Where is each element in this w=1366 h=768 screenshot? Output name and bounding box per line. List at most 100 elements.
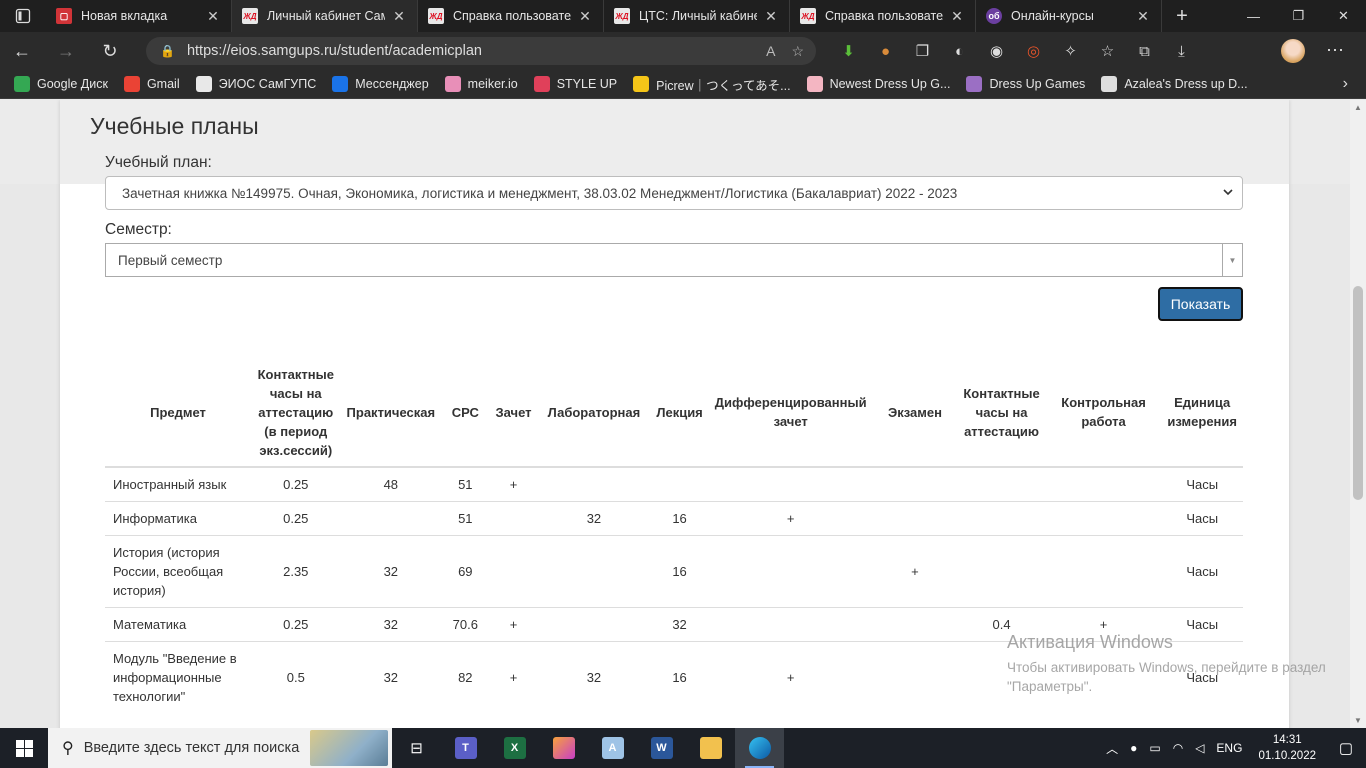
- close-icon[interactable]: ✕: [763, 8, 779, 25]
- show-button[interactable]: Показать: [1158, 287, 1243, 321]
- bookmark-label: Google Диск: [37, 77, 108, 91]
- close-icon[interactable]: ✕: [577, 8, 593, 25]
- table-cell: 51: [441, 466, 490, 502]
- column-header[interactable]: Экзамен: [872, 358, 958, 468]
- column-header[interactable]: Лекция: [650, 358, 709, 468]
- language-indicator[interactable]: ENG: [1210, 741, 1248, 755]
- file-explorer-icon[interactable]: [686, 728, 735, 768]
- column-header[interactable]: Контактные часы на аттестацию (в период …: [251, 358, 341, 468]
- bear-ext-icon[interactable]: ●: [867, 43, 904, 60]
- bookmark-label: Dress Up Games: [989, 77, 1086, 91]
- bookmark-item[interactable]: Google Диск: [14, 76, 108, 92]
- column-header[interactable]: Единица измерения: [1161, 358, 1243, 468]
- table-cell: [708, 466, 873, 502]
- chevron-right-icon[interactable]: ›: [1343, 75, 1348, 93]
- scroll-up-icon[interactable]: ▲: [1350, 103, 1366, 112]
- copy-ext-icon[interactable]: ❐: [904, 42, 941, 60]
- column-header[interactable]: Контрольная работа: [1045, 358, 1162, 468]
- column-header[interactable]: Контактные часы на аттестацию: [957, 358, 1046, 468]
- table-cell: [872, 641, 958, 713]
- column-header[interactable]: СРС: [441, 358, 490, 468]
- network-error-icon[interactable]: ●: [1124, 741, 1143, 755]
- table-cell: Иностранный язык: [105, 466, 251, 502]
- profile-avatar[interactable]: [1281, 39, 1305, 63]
- volume-icon[interactable]: ◁: [1189, 741, 1210, 755]
- column-header[interactable]: Практическая: [340, 358, 442, 468]
- table-cell: +: [489, 466, 538, 502]
- column-header[interactable]: Дифференцированный зачет: [708, 358, 873, 468]
- scroll-down-icon[interactable]: ▼: [1350, 716, 1366, 725]
- url-field[interactable]: 🔒 https://eios.samgups.ru/student/academ…: [146, 37, 816, 65]
- semester-select-value: Первый семестр: [118, 252, 223, 268]
- task-view-icon[interactable]: ⊟: [392, 728, 441, 768]
- refresh-button[interactable]: ↻: [88, 32, 132, 70]
- close-icon[interactable]: ✕: [1135, 8, 1151, 25]
- edge-icon[interactable]: [735, 728, 784, 768]
- favorite-star-icon[interactable]: ☆: [791, 43, 804, 60]
- photos-icon[interactable]: A: [588, 728, 637, 768]
- download-ext-icon[interactable]: ⬇: [830, 42, 867, 60]
- notifications-icon[interactable]: ▢: [1326, 739, 1366, 757]
- bookmark-item[interactable]: Azalea's Dress up D...: [1101, 76, 1248, 92]
- more-menu-icon[interactable]: ⋯: [1326, 40, 1344, 61]
- bookmark-item[interactable]: Gmail: [123, 76, 180, 92]
- bookmark-item[interactable]: Dress Up Games: [966, 76, 1085, 92]
- semester-select[interactable]: Первый семестр ▼: [105, 243, 1243, 277]
- lock-icon[interactable]: 🔒: [160, 44, 175, 58]
- bookmark-item[interactable]: Picrew｜つくってあそ...: [633, 75, 791, 94]
- table-cell: 0.25: [251, 607, 341, 642]
- teams-icon[interactable]: T: [441, 728, 490, 768]
- column-header[interactable]: Лабораторная: [537, 358, 651, 468]
- bookmark-item[interactable]: Newest Dress Up G...: [806, 76, 950, 92]
- excel-icon[interactable]: X: [490, 728, 539, 768]
- downloads-icon[interactable]: ⤓: [1163, 43, 1200, 60]
- tab-3[interactable]: ЖД ЦТС: Личный кабине ✕: [604, 0, 790, 32]
- column-header[interactable]: Зачет: [489, 358, 538, 468]
- battery-icon[interactable]: ▭: [1143, 741, 1166, 755]
- page-scrollbar[interactable]: ▲ ▼: [1350, 100, 1366, 728]
- table-cell: 82: [441, 641, 490, 713]
- extensions-icon[interactable]: ✧: [1052, 42, 1089, 60]
- favorites-icon[interactable]: ☆: [1089, 42, 1126, 60]
- tray-chevron-up-icon[interactable]: ︿: [1100, 740, 1124, 757]
- forward-button[interactable]: →: [44, 32, 88, 70]
- taskbar-search-field[interactable]: ⚲ Введите здесь текст для поиска: [48, 728, 392, 768]
- collections-icon[interactable]: ⧉: [1126, 43, 1163, 60]
- table-header-row: Предмет Контактные часы на аттестацию (в…: [105, 358, 1243, 468]
- minimize-icon[interactable]: —: [1231, 0, 1276, 32]
- vpn-ext-icon[interactable]: ◎: [1015, 42, 1052, 60]
- close-icon[interactable]: ✕: [205, 8, 221, 25]
- tab-2[interactable]: ЖД Справка пользовател ✕: [418, 0, 604, 32]
- paint-icon[interactable]: [539, 728, 588, 768]
- new-tab-button[interactable]: +: [1162, 5, 1202, 28]
- bookmark-item[interactable]: meiker.io: [444, 76, 518, 92]
- table-cell: [957, 535, 1046, 608]
- eye-ext-icon[interactable]: ◐: [941, 43, 978, 60]
- column-header[interactable]: Предмет: [105, 358, 251, 468]
- close-window-icon[interactable]: ✕: [1321, 0, 1366, 32]
- bookmark-item[interactable]: ЭИОС СамГУПС: [195, 76, 316, 92]
- wifi-icon[interactable]: ◠: [1167, 741, 1189, 755]
- restore-icon[interactable]: ❐: [1276, 0, 1321, 32]
- meiker-icon: [444, 76, 461, 92]
- bookmark-item[interactable]: STYLE UP: [533, 76, 617, 92]
- plan-select[interactable]: Зачетная книжка №149975. Очная, Экономик…: [105, 176, 1243, 210]
- table-cell: [537, 535, 651, 608]
- plan-label: Учебный план:: [105, 154, 212, 171]
- taskbar-clock[interactable]: 14:31 01.10.2022: [1248, 732, 1326, 764]
- read-aloud-icon[interactable]: A: [766, 43, 775, 60]
- tab-1[interactable]: ЖД Личный кабинет Сам ✕: [232, 0, 418, 32]
- word-icon[interactable]: W: [637, 728, 686, 768]
- tab-0[interactable]: ▢ Новая вкладка ✕: [46, 0, 232, 32]
- windows-start-icon[interactable]: [0, 728, 48, 768]
- close-icon[interactable]: ✕: [949, 8, 965, 25]
- globe-ext-icon[interactable]: ◉: [978, 42, 1015, 60]
- scrollbar-thumb[interactable]: [1353, 286, 1363, 500]
- tab-5[interactable]: об Онлайн-курсы ✕: [976, 0, 1162, 32]
- back-button[interactable]: ←: [0, 32, 44, 70]
- close-icon[interactable]: ✕: [391, 8, 407, 25]
- tab-4[interactable]: ЖД Справка пользовател ✕: [790, 0, 976, 32]
- tab-title: ЦТС: Личный кабине: [639, 9, 757, 23]
- bookmark-item[interactable]: Мессенджер: [332, 76, 429, 92]
- tab-actions-icon[interactable]: [0, 0, 46, 32]
